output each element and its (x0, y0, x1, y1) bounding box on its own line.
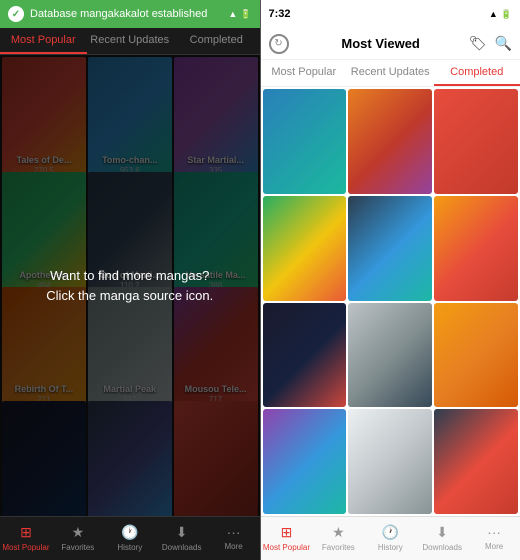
list-item[interactable]: Tough 426 (348, 303, 432, 408)
left-bottom-nav: ⊞ Most Popular ★ Favorites 🕐 History ⬇ D… (0, 516, 260, 560)
list-item[interactable]: Initial D 719.7 (434, 303, 518, 408)
manga-cover (263, 196, 347, 301)
tag-icon[interactable]: 🏷 (469, 35, 487, 52)
manga-cover (434, 196, 518, 301)
right-time: 7:32 (269, 8, 291, 20)
list-item[interactable]: History's Str... 583.5 (348, 89, 432, 194)
star-icon: ★ (332, 524, 345, 541)
right-panel: 7:32 ▲ 🔋 ↻ Most Viewed 🏷 🔍 Most Popular … (261, 0, 520, 560)
refresh-icon[interactable]: ↻ (269, 34, 289, 54)
list-item[interactable]: JoJo's Bizar... 158 (348, 196, 432, 301)
right-nav-label-more: More (485, 542, 503, 551)
left-manga-grid: Tales of De... 270.5 Tomo-chan... 953.6 … (0, 55, 260, 516)
nav-item-history[interactable]: 🕐 History (104, 521, 156, 554)
right-status-bar: 7:32 ▲ 🔋 (261, 0, 520, 28)
right-header-actions: 🏷 🔍 (469, 35, 512, 52)
search-icon[interactable]: 🔍 (495, 35, 512, 52)
list-item[interactable]: Beelzebub 246 (263, 303, 347, 408)
right-nav-item-favorites[interactable]: ★ Favorites (312, 521, 364, 554)
more-icon: ··· (227, 524, 241, 540)
manga-cover (348, 89, 432, 194)
left-tabs: Most Popular Recent Updates Completed (0, 28, 260, 55)
right-nav-item-history[interactable]: 🕐 History (364, 521, 416, 554)
manga-cover (348, 409, 432, 514)
nav-item-more[interactable]: ··· More (208, 521, 260, 554)
right-header: ↻ Most Viewed 🏷 🔍 (261, 28, 520, 60)
right-bottom-nav: ⊞ Most Popular ★ Favorites 🕐 History ⬇ D… (261, 516, 520, 560)
list-item[interactable]: Fairy Tail 545 (263, 196, 347, 301)
right-tab-most-popular[interactable]: Most Popular (261, 60, 348, 86)
overlay-text: Want to find more mangas? Click the mang… (26, 266, 233, 305)
nav-item-favorites[interactable]: ★ Favorites (52, 521, 104, 554)
nav-label-history: History (117, 543, 142, 552)
left-panel: Database mangakakalot established ▲ 🔋 Mo… (0, 0, 260, 560)
manga-cover (348, 303, 432, 408)
list-item[interactable] (348, 409, 432, 514)
right-nav-item-most-popular[interactable]: ⊞ Most Popular (261, 521, 313, 554)
nav-label-most-popular: Most Popular (2, 543, 49, 552)
star-icon: ★ (72, 524, 85, 541)
list-item[interactable]: Tomo-chan... 953.6 (263, 89, 347, 194)
manga-cover (434, 303, 518, 408)
nav-item-most-popular[interactable]: ⊞ Most Popular (0, 521, 52, 554)
nav-label-favorites: Favorites (61, 543, 94, 552)
left-status-icons: ▲ 🔋 (228, 9, 251, 20)
nav-label-more: More (224, 542, 242, 551)
left-status-bar: Database mangakakalot established ▲ 🔋 (0, 0, 260, 28)
left-tab-recent-updates[interactable]: Recent Updates (87, 28, 174, 54)
signal-icon: ▲ (228, 9, 237, 19)
list-item[interactable]: Saotome Gir... 124.5 (434, 196, 518, 301)
list-item[interactable] (263, 409, 347, 514)
status-message: Database mangakakalot established (30, 8, 207, 20)
right-nav-label-most-popular: Most Popular (263, 543, 310, 552)
download-icon: ⬇ (436, 524, 448, 541)
right-nav-label-history: History (378, 543, 403, 552)
right-tab-completed[interactable]: Completed (434, 60, 520, 86)
wifi-icon: ▲ (489, 9, 498, 19)
download-icon: ⬇ (176, 524, 188, 541)
list-item[interactable] (434, 409, 518, 514)
battery-icon: 🔋 (501, 9, 512, 20)
check-circle-icon (8, 6, 24, 22)
manga-cover (434, 89, 518, 194)
manga-cover (263, 409, 347, 514)
right-nav-label-favorites: Favorites (322, 543, 355, 552)
right-nav-item-downloads[interactable]: ⬇ Downloads (416, 521, 468, 554)
right-status-icons: ▲ 🔋 (489, 9, 512, 20)
list-item[interactable]: Baki 277 (434, 89, 518, 194)
right-tab-recent-updates[interactable]: Recent Updates (347, 60, 434, 86)
right-nav-label-downloads: Downloads (422, 543, 462, 552)
manga-cover (434, 409, 518, 514)
right-tabs: Most Popular Recent Updates Completed (261, 60, 520, 87)
right-header-title: Most Viewed (293, 36, 469, 51)
left-tab-most-popular[interactable]: Most Popular (0, 28, 87, 54)
right-manga-grid: Tomo-chan... 953.6 History's Str... 583.… (261, 87, 520, 516)
grid-icon: ⊞ (281, 524, 293, 541)
right-nav-item-more[interactable]: ··· More (468, 521, 520, 554)
left-tab-completed[interactable]: Completed (173, 28, 260, 54)
history-icon: 🕐 (121, 524, 138, 541)
manga-cover (263, 303, 347, 408)
source-discovery-overlay: Want to find more mangas? Click the mang… (0, 55, 260, 516)
grid-icon: ⊞ (20, 524, 32, 541)
manga-cover (263, 89, 347, 194)
nav-item-downloads[interactable]: ⬇ Downloads (156, 521, 208, 554)
history-icon: 🕐 (382, 524, 399, 541)
nav-label-downloads: Downloads (162, 543, 202, 552)
more-icon: ··· (487, 524, 501, 540)
battery-icon: 🔋 (240, 9, 251, 20)
manga-cover (348, 196, 432, 301)
